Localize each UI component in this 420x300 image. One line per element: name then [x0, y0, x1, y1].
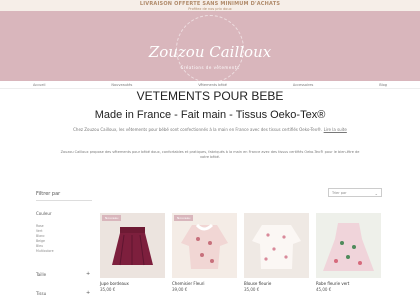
status-badge: Nouveau: [174, 215, 194, 221]
nav-item-accueil[interactable]: Accueil: [33, 83, 46, 87]
product-name[interactable]: Jupe bordeaux: [100, 281, 165, 286]
product-image[interactable]: Nouveau: [100, 213, 165, 278]
facet-couleur-options: Rose Vert Blanc Beige Bleu Multicolore: [36, 224, 92, 254]
intro-paragraph: Chez Zouzou Cailloux, les vêtements pour…: [73, 127, 323, 132]
blouse-illustration: [252, 225, 301, 269]
facet-couleur-label[interactable]: Couleur: [36, 211, 52, 216]
facet-option[interactable]: Multicolore: [36, 249, 92, 254]
filter-heading: Filtrer par: [36, 191, 61, 197]
product-price: 35,00 €: [244, 287, 260, 292]
category-description: Zouzou Cailloux propose des vêtements po…: [60, 150, 360, 159]
filter-divider: [36, 200, 92, 201]
product-image[interactable]: [316, 213, 381, 278]
sort-select[interactable]: Trier par ⌄: [328, 188, 382, 197]
product-price: 35,00 €: [100, 287, 116, 292]
blouse-illustration: [181, 223, 228, 269]
expand-plus-icon[interactable]: +: [86, 290, 90, 296]
intro-text: Chez Zouzou Cailloux, les vêtements pour…: [60, 127, 360, 132]
nav-item-vetements-bebe[interactable]: Vêtements bébé: [198, 83, 227, 87]
site-logo[interactable]: Zouzou Cailloux: [0, 43, 420, 61]
product-image[interactable]: Nouveau: [172, 213, 237, 278]
page-subtitle: Made in France - Fait main - Tissus Oeko…: [94, 109, 326, 121]
header-hero: Zouzou Cailloux Créations de vêtements: [0, 11, 420, 83]
status-badge: Nouveau: [102, 215, 122, 221]
read-more-link[interactable]: Lire la suite: [324, 127, 347, 132]
nav-item-nouveautes[interactable]: Nouveautés: [111, 83, 132, 87]
product-card[interactable]: Robe fleurie vert 45,00 €: [316, 213, 381, 292]
product-image[interactable]: [244, 213, 309, 278]
product-name[interactable]: Blouse fleurie: [244, 281, 309, 286]
skirt-illustration: [112, 227, 153, 266]
expand-plus-icon[interactable]: +: [86, 271, 90, 277]
dress-illustration: [323, 223, 374, 271]
page-title: VETEMENTS POUR BEBE: [136, 89, 284, 103]
product-price: 45,00 €: [316, 287, 332, 292]
product-price: 39,00 €: [172, 287, 188, 292]
site-tagline: Créations de vêtements: [180, 65, 240, 70]
product-name[interactable]: Chemisier Fleuri: [172, 281, 237, 286]
promo-text: LIVRAISON OFFERTE SANS MINIMUM D'ACHATS: [139, 1, 281, 7]
product-card[interactable]: Blouse fleurie 35,00 €: [244, 213, 309, 292]
product-card[interactable]: Nouveau Jupe bordeaux 35,00 €: [100, 213, 165, 292]
product-name[interactable]: Robe fleurie vert: [316, 281, 381, 286]
product-card[interactable]: Nouveau Chemisier Fleuri 39,00 €: [172, 213, 237, 292]
promo-banner: LIVRAISON OFFERTE SANS MINIMUM D'ACHATS …: [0, 0, 420, 11]
facet-taille-label[interactable]: Taille: [36, 272, 46, 277]
chevron-down-icon: ⌄: [374, 191, 378, 196]
sort-label: Trier par: [332, 191, 347, 195]
nav-item-accessoires[interactable]: Accessoires: [293, 83, 313, 87]
facet-tissu-label[interactable]: Tissu: [36, 291, 46, 296]
nav-item-blog[interactable]: Blog: [379, 83, 387, 87]
